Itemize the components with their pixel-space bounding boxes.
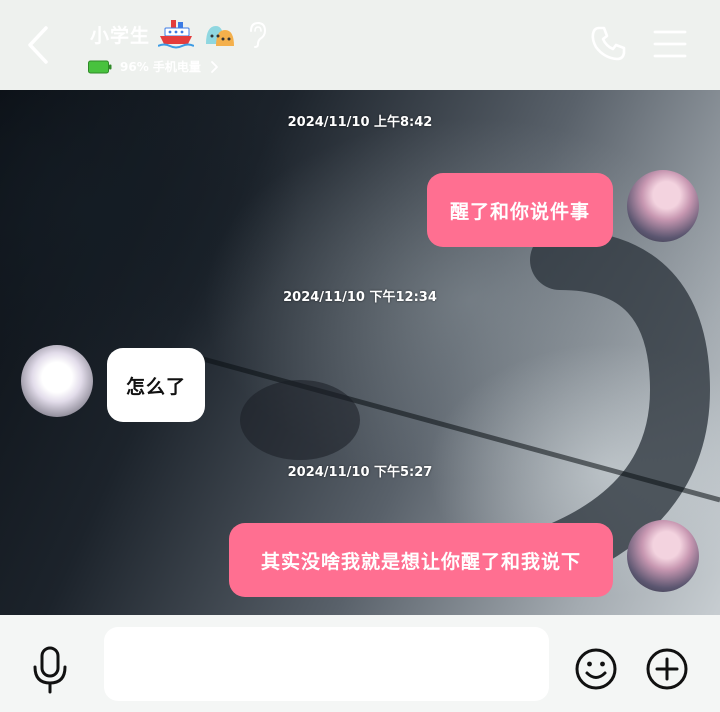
message-timestamp: 2024/11/10 下午12:34 [283,290,437,305]
message-timestamp: 2024/11/10 下午5:27 [287,465,433,480]
message-bubble-sent[interactable]: 醒了和你说件事 [427,173,613,247]
ship-icon [158,20,195,49]
contact-avatar[interactable] [21,345,93,417]
my-avatar[interactable] [627,170,699,242]
title-row[interactable]: 小学生 [90,18,268,50]
battery-icon [88,60,112,73]
message-bubble-received[interactable]: 怎么了 [107,348,205,422]
mic-icon[interactable] [28,645,72,695]
chevron-right-icon[interactable] [209,60,219,74]
message-bubble-sent[interactable]: 其实没啥我就是想让你醒了和我说下 [229,523,613,597]
chat-messages-area[interactable]: 2024/11/10 上午8:42 醒了和你说件事 2024/11/10 下午1… [0,90,720,615]
message-timestamp: 2024/11/10 上午8:42 [287,115,433,130]
menu-icon[interactable] [652,28,688,60]
my-avatar[interactable] [627,520,699,592]
plus-icon[interactable] [645,647,689,691]
message-input[interactable] [104,627,549,701]
battery-status-text: 96% 手机电量 [120,60,201,74]
device-status[interactable]: 96% 手机电量 [88,58,219,75]
chat-header: 小学生 96% 手机电量 [0,0,720,90]
emoji-icon[interactable] [574,647,618,691]
ear-icon [250,21,267,48]
contact-name[interactable]: 小学生 [90,21,150,48]
slime-icon [206,26,235,46]
input-bar [0,615,720,712]
phone-icon[interactable] [588,24,628,64]
back-icon[interactable] [22,22,58,68]
